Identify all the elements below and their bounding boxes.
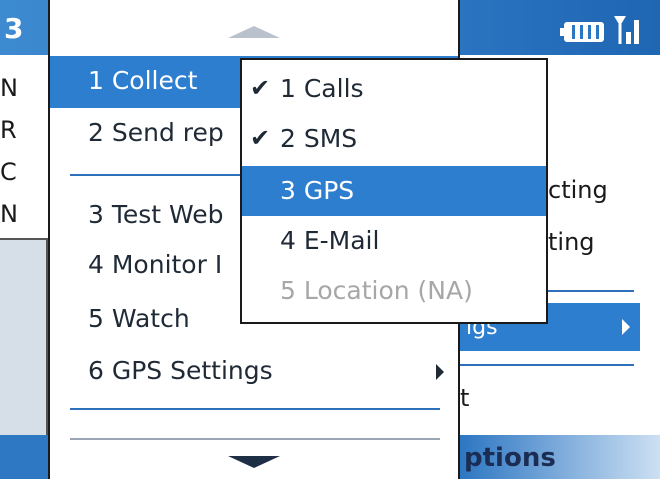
background-menu-item: t	[460, 384, 470, 412]
background-list-box	[0, 238, 48, 437]
background-divider	[460, 364, 634, 366]
chevron-right-icon	[436, 364, 444, 380]
status-clock: 3	[4, 12, 24, 45]
signal-strength-icon	[614, 16, 639, 44]
submenu-item-gps[interactable]: 3 GPS	[242, 166, 546, 216]
background-label: C	[0, 158, 17, 186]
battery-icon	[560, 22, 604, 42]
collect-submenu: ✔ 1 Calls ✔ 2 SMS 3 GPS 4 E-Mail 5 Locat…	[240, 58, 548, 324]
background-label: R	[0, 116, 17, 144]
checkmark-icon: ✔	[250, 74, 271, 102]
submenu-item-calls[interactable]: ✔ 1 Calls	[242, 64, 546, 114]
background-label: N	[0, 200, 18, 228]
menu-divider	[70, 438, 440, 440]
softkey-options[interactable]: ptions	[464, 443, 556, 473]
background-menu-item: ting	[548, 228, 595, 256]
background-menu-item: cting	[548, 176, 608, 204]
background-label: N	[0, 74, 18, 102]
scroll-down-arrow-icon[interactable]	[228, 456, 280, 468]
menu-divider	[70, 408, 440, 410]
chevron-right-icon	[622, 319, 630, 335]
submenu-item-sms[interactable]: ✔ 2 SMS	[242, 114, 546, 164]
submenu-item-location: 5 Location (NA)	[280, 276, 473, 305]
menu-item-gps-settings[interactable]: 6 GPS Settings	[50, 346, 458, 398]
submenu-item-email[interactable]: 4 E-Mail	[242, 216, 546, 266]
scroll-up-arrow-icon[interactable]	[228, 26, 280, 38]
checkmark-icon: ✔	[250, 124, 271, 152]
